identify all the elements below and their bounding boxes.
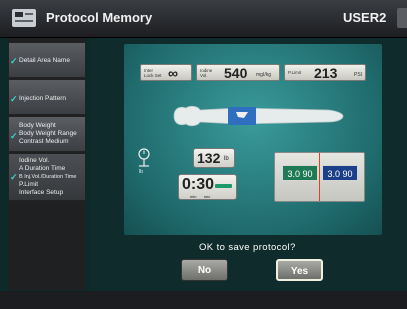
header-bar: Protocol Memory USER2 (0, 0, 407, 38)
sidebar: ✓ Detail Area Name ✓ Injection Pattern ✓… (8, 38, 86, 290)
sidebar-item-detail-area-name[interactable]: ✓ Detail Area Name (8, 42, 86, 78)
check-icon: ✓ (10, 172, 18, 182)
sidebar-item-label: Body Weight (19, 122, 56, 129)
duration-value: 0:30 (182, 176, 215, 193)
page-title: Protocol Memory (46, 10, 153, 25)
no-button[interactable]: No (181, 259, 228, 281)
footer-bar (0, 291, 407, 309)
plimit-value: 213 (314, 65, 338, 81)
sidebar-item-label: P.Limit (19, 181, 39, 188)
sidebar-item-label: Detail Area Name (19, 57, 70, 64)
sidebar-item-label: A Duration Time (19, 165, 66, 172)
body-weight-unit: lb (224, 156, 229, 162)
main-panel: Inter Lock Set ∞ Iodine Vol. 540 mgI/kg … (90, 38, 407, 290)
body-weight-value: 132 (197, 150, 221, 166)
injection-phase-panel[interactable]: 3.0 90 3.0 90 (274, 152, 365, 202)
duration-bar (215, 184, 232, 188)
sidebar-item-label: Interface Setup (19, 189, 64, 196)
app-window: Protocol Memory USER2 ✓ Detail Area Name… (0, 0, 407, 309)
duration-display[interactable]: 0:30 min sec (178, 174, 237, 200)
sidebar-item-iodine-vol[interactable]: ✓ Iodine Vol. A Duration Time B Inj.Vol.… (8, 153, 86, 201)
sidebar-item-label: Body Weight Range (19, 130, 77, 137)
check-icon: ✓ (10, 131, 18, 141)
confirm-prompt: OK to save protocol? (199, 242, 296, 253)
protocol-preview: Inter Lock Set ∞ Iodine Vol. 540 mgI/kg … (124, 44, 382, 235)
sidebar-item-label: Contrast Medium (19, 138, 69, 145)
sidebar-item-injection-pattern[interactable]: ✓ Injection Pattern (8, 79, 86, 115)
phase-b-value: 3.0 90 (322, 165, 358, 181)
interlock-value: ∞ (168, 65, 178, 81)
check-icon: ✓ (10, 56, 18, 66)
user-menu-tab[interactable] (397, 8, 407, 28)
sidebar-item-label: Injection Pattern (19, 95, 66, 102)
patient-body-figure (173, 105, 344, 127)
interlock-set-chip: Inter Lock Set ∞ (140, 64, 192, 81)
user-label: USER2 (343, 10, 387, 25)
protocol-memory-icon (12, 9, 36, 27)
check-icon: ✓ (10, 94, 18, 104)
sidebar-item-label: B Inj.Vol./Duration Time (19, 174, 77, 180)
sidebar-item-label: Iodine Vol. (19, 157, 50, 164)
plimit-chip: P.Limit 213 PSI (284, 64, 366, 81)
body-weight-display[interactable]: 132 lb (193, 148, 235, 168)
scale-unit-label: lb (139, 169, 143, 175)
iodine-vol-value: 540 (224, 65, 248, 81)
scale-icon (138, 148, 150, 167)
yes-button[interactable]: Yes (276, 259, 323, 281)
sidebar-item-body-weight[interactable]: ✓ Body Weight Body Weight Range Contrast… (8, 116, 86, 152)
phase-a-value: 3.0 90 (282, 165, 318, 181)
phase-divider (319, 153, 320, 201)
iodine-vol-chip: Iodine Vol. 540 mgI/kg (196, 64, 280, 81)
